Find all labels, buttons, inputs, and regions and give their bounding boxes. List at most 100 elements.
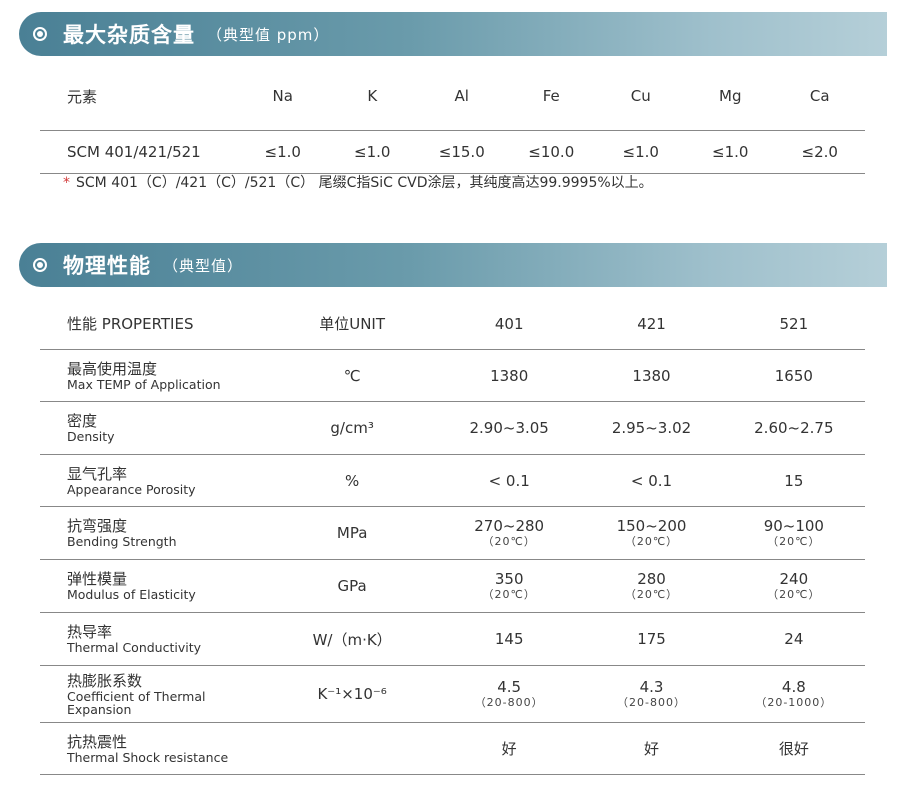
property-value: 1380 xyxy=(490,366,529,385)
property-unit-cell: GPa xyxy=(337,577,367,595)
property-row: 抗热震性 Thermal Shock resistance 好 好 很好 xyxy=(40,723,865,775)
property-value-condition: （20℃） xyxy=(482,588,536,601)
property-value: 24 xyxy=(784,630,804,648)
property-value-cell: 2.90~3.05 xyxy=(438,419,580,437)
property-name-cell: 最高使用温度 Max TEMP of Application xyxy=(40,360,266,392)
impurity-table: 元素 Na K Al Fe Cu Mg Ca SCM 401/421/521 ≤… xyxy=(40,56,865,174)
property-value: 150~200 xyxy=(616,517,687,535)
bullet-icon xyxy=(33,27,47,41)
property-row: 弹性模量 Modulus of Elasticity GPa 350 （20℃） 280 （… xyxy=(40,560,865,613)
impurity-cell-cu: ≤1.0 xyxy=(622,143,659,161)
property-value-cell: < 0.1 xyxy=(580,472,722,490)
property-value: 240 xyxy=(779,570,809,588)
impurity-data-row: SCM 401/421/521 ≤1.0 ≤1.0 ≤15.0 ≤10.0 ≤1… xyxy=(40,131,865,174)
impurity-header-mg: Mg xyxy=(719,87,742,105)
property-value-cell: 1380 xyxy=(438,367,580,385)
property-value-cell: 350 （20℃） xyxy=(438,570,580,602)
property-value-cell: 175 xyxy=(580,630,722,648)
property-name-en: Density xyxy=(67,429,115,444)
property-name-zh: 热膨胀系数 xyxy=(67,672,143,690)
property-row: 显气孔率 Appearance Porosity% < 0.1 < 0.1 15 xyxy=(40,455,865,507)
property-value: 4.8 xyxy=(781,678,806,696)
property-value: 4.5 xyxy=(497,678,522,696)
property-value-cell: 4.8 （20-1000） xyxy=(723,678,865,710)
physical-header-521: 521 xyxy=(779,314,809,333)
footnote-asterisk: * xyxy=(63,175,70,191)
property-value-cell: 很好 xyxy=(723,740,865,758)
property-value-cell: 15 xyxy=(723,472,865,490)
property-value: 2.60~2.75 xyxy=(754,419,834,437)
property-value: 270~280 xyxy=(474,517,545,535)
property-value-cell: 2.60~2.75 xyxy=(723,419,865,437)
property-name-zh: 抗弯强度 xyxy=(67,517,128,535)
impurity-cell-na: ≤1.0 xyxy=(264,143,301,161)
impurity-cell-grade: SCM 401/421/521 xyxy=(67,143,201,161)
property-name-cell: 抗热震性 Thermal Shock resistance xyxy=(40,733,266,765)
impurity-cell-k: ≤1.0 xyxy=(354,143,391,161)
property-value: 2.90~3.05 xyxy=(469,419,549,437)
property-name-zh: 密度 xyxy=(67,412,98,430)
physical-section-title: 物理性能 xyxy=(63,254,151,278)
property-value: 4.3 xyxy=(639,678,664,696)
physical-table-body: 最高使用温度 Max TEMP of Application ℃ 1380 1380 16… xyxy=(40,350,865,775)
property-value-condition: （20℃） xyxy=(624,588,679,601)
property-name-cell: 显气孔率 Appearance Porosity xyxy=(40,465,266,497)
physical-section-banner: 物理性能 （典型值） xyxy=(19,243,887,287)
property-name-zh: 显气孔率 xyxy=(67,464,128,483)
property-unit-cell: ℃ xyxy=(343,366,361,385)
property-value-condition: （20-800） xyxy=(474,696,544,709)
property-value: 1650 xyxy=(774,366,813,385)
property-name-en: Modulus of Elasticity xyxy=(67,587,196,602)
property-value: 280 xyxy=(637,570,666,588)
property-row: 最高使用温度 Max TEMP of Application ℃ 1380 1380 16… xyxy=(40,350,865,402)
physical-header-property: 性能 PROPERTIES xyxy=(67,315,194,333)
impurity-header-row: 元素 Na K Al Fe Cu Mg Ca xyxy=(40,56,865,131)
property-name-en: Bending Strength xyxy=(67,534,177,549)
property-name-zh: 弹性模量 xyxy=(67,570,128,588)
property-name-cell: 弹性模量 Modulus of Elasticity xyxy=(40,570,266,602)
property-value-cell: 好 xyxy=(438,740,580,758)
impurity-header-na: Na xyxy=(272,87,293,105)
property-value-condition: （20-800） xyxy=(617,696,686,709)
property-value-cell: 24 xyxy=(723,630,865,648)
property-value: 好 xyxy=(501,739,517,758)
property-value: 好 xyxy=(644,739,660,758)
physical-header-row: 性能 PROPERTIES 单位UNIT 401 421 521 xyxy=(40,298,865,350)
property-name-en: Thermal Conductivity xyxy=(67,640,202,655)
property-unit-cell: MPa xyxy=(336,524,368,542)
property-value: 15 xyxy=(784,471,804,490)
property-unit-cell: % xyxy=(345,471,360,490)
property-name-zh: 热导率 xyxy=(67,623,113,641)
impurity-header-cu: Cu xyxy=(630,87,651,105)
property-row: 抗弯强度 Bending Strength MPa 270~280 （20℃） 150~2… xyxy=(40,507,865,560)
bullet-icon xyxy=(33,258,47,272)
impurity-header-element: 元素 xyxy=(67,87,98,106)
impurity-footnote: * SCM 401（C）/421（C）/521（C） 尾缀C指SiC CVD涂层，… xyxy=(63,172,653,192)
property-value: 90~100 xyxy=(763,517,824,535)
property-name-zh: 最高使用温度 xyxy=(67,359,158,378)
property-value: 350 xyxy=(494,570,524,588)
property-value-cell: 1380 xyxy=(580,367,722,385)
property-value-condition: （20℃） xyxy=(624,535,679,548)
property-unit-cell: g/cm³ xyxy=(330,419,374,437)
property-value-condition: （20-1000） xyxy=(755,696,833,709)
property-value-cell: 2.95~3.02 xyxy=(580,419,722,437)
property-row: 热导率 Thermal Conductivity W/（m·K） 145 175 24 xyxy=(40,613,865,666)
property-name-cell: 密度 Density xyxy=(40,412,266,444)
property-value-cell: 270~280 （20℃） xyxy=(438,517,580,549)
property-value: 1380 xyxy=(632,366,671,385)
property-name-en: Thermal Shock resistance xyxy=(67,749,229,765)
impurity-section-banner: 最大杂质含量 （典型值 ppm） xyxy=(19,12,887,56)
impurity-cell-ca: ≤2.0 xyxy=(801,143,838,161)
property-value: 175 xyxy=(637,630,666,648)
impurity-header-fe: Fe xyxy=(542,87,560,105)
property-value: < 0.1 xyxy=(488,471,530,490)
impurity-section-subtitle: （典型值 ppm） xyxy=(207,25,330,44)
physical-table: 性能 PROPERTIES 单位UNIT 401 421 521 最高使用温度 M… xyxy=(40,298,865,775)
physical-section-subtitle: （典型值） xyxy=(163,256,244,275)
property-row: 热膨胀系数 Coefficient of Thermal Expansion K⁻¹… xyxy=(40,666,865,723)
property-name-cell: 热导率 Thermal Conductivity xyxy=(40,623,266,655)
property-value-cell: 280 （20℃） xyxy=(580,570,722,602)
property-value: 很好 xyxy=(778,739,809,758)
property-row: 密度 Density g/cm³ 2.90~3.05 2.95~3.02 2.60~2.7… xyxy=(40,402,865,455)
